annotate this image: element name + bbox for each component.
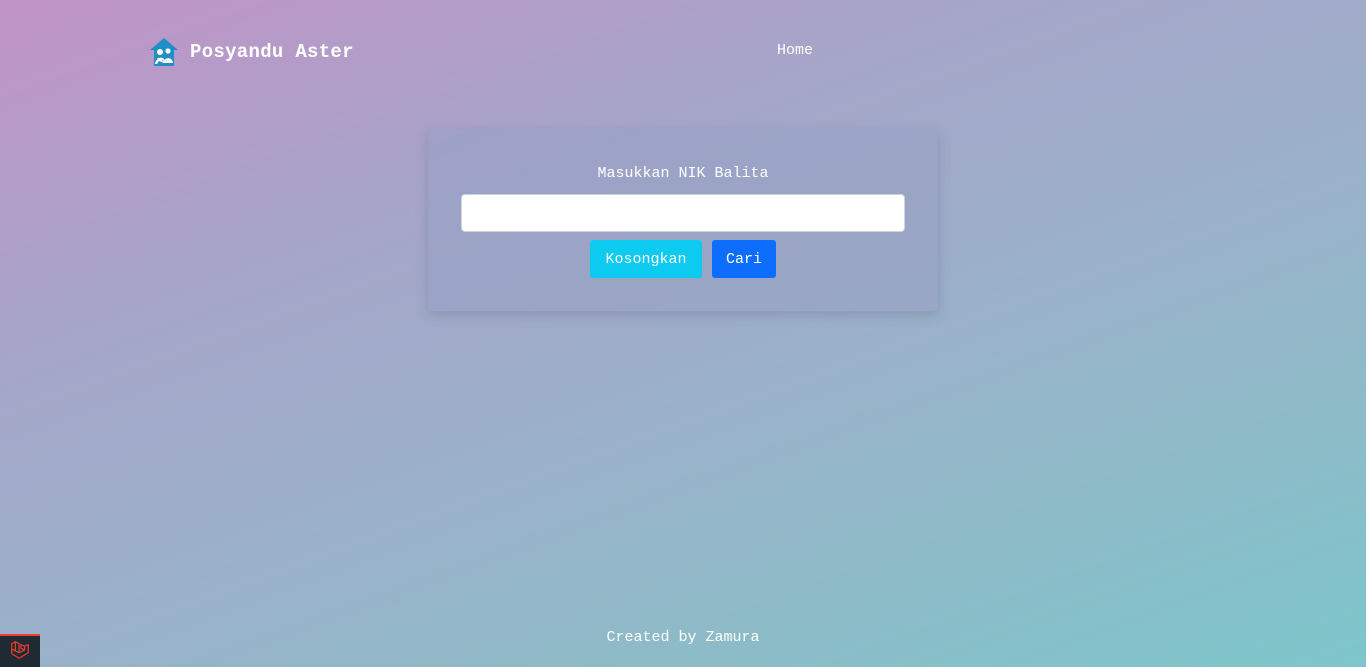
navbar: Posyandu Aster Home — [148, 36, 1218, 68]
brand-name: Posyandu Aster — [190, 41, 354, 63]
nik-input[interactable] — [461, 194, 905, 232]
brand-link[interactable]: Posyandu Aster — [148, 36, 354, 68]
clear-button[interactable]: Kosongkan — [590, 240, 702, 278]
nik-search-card: Masukkan NIK Balita Kosongkan Cari — [428, 129, 938, 311]
family-home-icon — [148, 36, 180, 68]
footer-credit: Created by Zamura — [606, 629, 760, 646]
nav-home-link[interactable]: Home — [777, 42, 813, 59]
debugbar-toggle[interactable] — [0, 634, 40, 667]
laravel-icon — [9, 639, 31, 665]
nik-label: Masukkan NIK Balita — [597, 165, 769, 182]
search-button[interactable]: Cari — [712, 240, 776, 278]
